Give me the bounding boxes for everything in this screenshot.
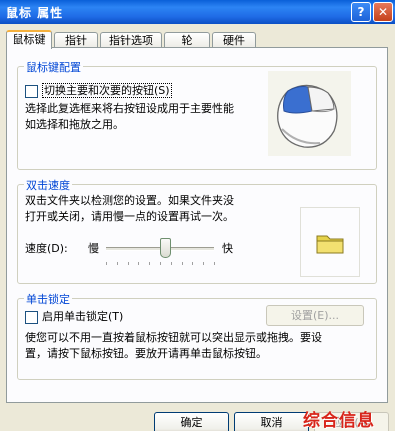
button-config-label: 鼠标键配置: [24, 59, 83, 75]
speed-slider-thumb[interactable]: [160, 238, 172, 258]
click-lock-checkbox[interactable]: [25, 311, 38, 324]
slider-tick: [127, 262, 129, 265]
folder-icon[interactable]: [300, 207, 360, 277]
slider-tick: [203, 262, 205, 265]
button-config-desc-2: 如选择和拖放之用。: [25, 118, 124, 131]
slider-tick: [214, 262, 215, 265]
double-click-desc-1: 双击文件夹以检测您的设置。如果文件夹没: [25, 194, 234, 207]
cancel-button[interactable]: 取消: [234, 412, 309, 431]
tab-pointer-options[interactable]: 指针选项: [100, 32, 162, 48]
switch-buttons-text: 切换主要和次要的按钮(S): [42, 83, 172, 98]
slider-tick: [192, 262, 194, 265]
click-lock-label: 单击锁定: [24, 291, 72, 307]
slow-label: 慢: [88, 242, 99, 255]
tab-panel: 鼠标键配置 切换主要和次要的按钮(S) 选择此复选框来将右按钮设成用于主要性能 …: [6, 47, 388, 403]
button-config-group: 鼠标键配置 切换主要和次要的按钮(S) 选择此复选框来将右按钮设成用于主要性能 …: [17, 59, 377, 170]
slider-tick: [160, 262, 161, 265]
slider-tick: [181, 262, 183, 265]
slider-tick: [116, 262, 118, 265]
title-bar[interactable]: 鼠标 属性 ? ✕: [0, 0, 395, 24]
slider-tick: [149, 262, 151, 265]
tab-buttons[interactable]: 鼠标键: [6, 30, 52, 49]
tab-wheel[interactable]: 轮: [164, 32, 210, 48]
click-lock-settings-button[interactable]: 设置(E)...: [266, 305, 364, 326]
switch-buttons-checkbox[interactable]: [25, 85, 38, 98]
click-lock-desc-1: 使您可以不用一直按着鼠标按钮就可以突出显示或拖拽。要设: [25, 331, 322, 344]
click-lock-desc-2: 置，请按下鼠标按钮。要放开请再单击鼠标按钮。: [25, 347, 267, 360]
button-config-desc-1: 选择此复选框来将右按钮设成用于主要性能: [25, 102, 234, 115]
double-click-label: 双击速度: [24, 177, 72, 193]
click-lock-checkbox-label[interactable]: 启用单击锁定(T): [42, 309, 123, 325]
slider-tick: [106, 262, 107, 265]
slider-tick: [138, 262, 140, 265]
speed-label: 速度(D):: [25, 242, 68, 255]
tab-hardware[interactable]: 硬件: [212, 32, 256, 48]
slider-tick: [170, 262, 172, 265]
switch-buttons-label[interactable]: 切换主要和次要的按钮(S): [42, 83, 172, 99]
window-title: 鼠标 属性: [6, 6, 64, 20]
tab-pointers[interactable]: 指针: [54, 32, 98, 48]
fast-label: 快: [222, 242, 233, 255]
close-button[interactable]: ✕: [373, 2, 393, 22]
double-click-group: 双击速度 双击文件夹以检测您的设置。如果文件夹没 打开或关闭，请用慢一点的设置再…: [17, 177, 377, 284]
click-lock-group: 单击锁定 启用单击锁定(T) 设置(E)... 使您可以不用一直按着鼠标按钮就可…: [17, 291, 377, 380]
mouse-icon: [268, 71, 351, 156]
ok-button[interactable]: 确定: [154, 412, 229, 431]
double-click-desc-2: 打开或关闭，请用慢一点的设置再试一次。: [25, 210, 234, 223]
help-button[interactable]: ?: [351, 2, 371, 22]
watermark-logo: 综合信息: [303, 411, 375, 431]
